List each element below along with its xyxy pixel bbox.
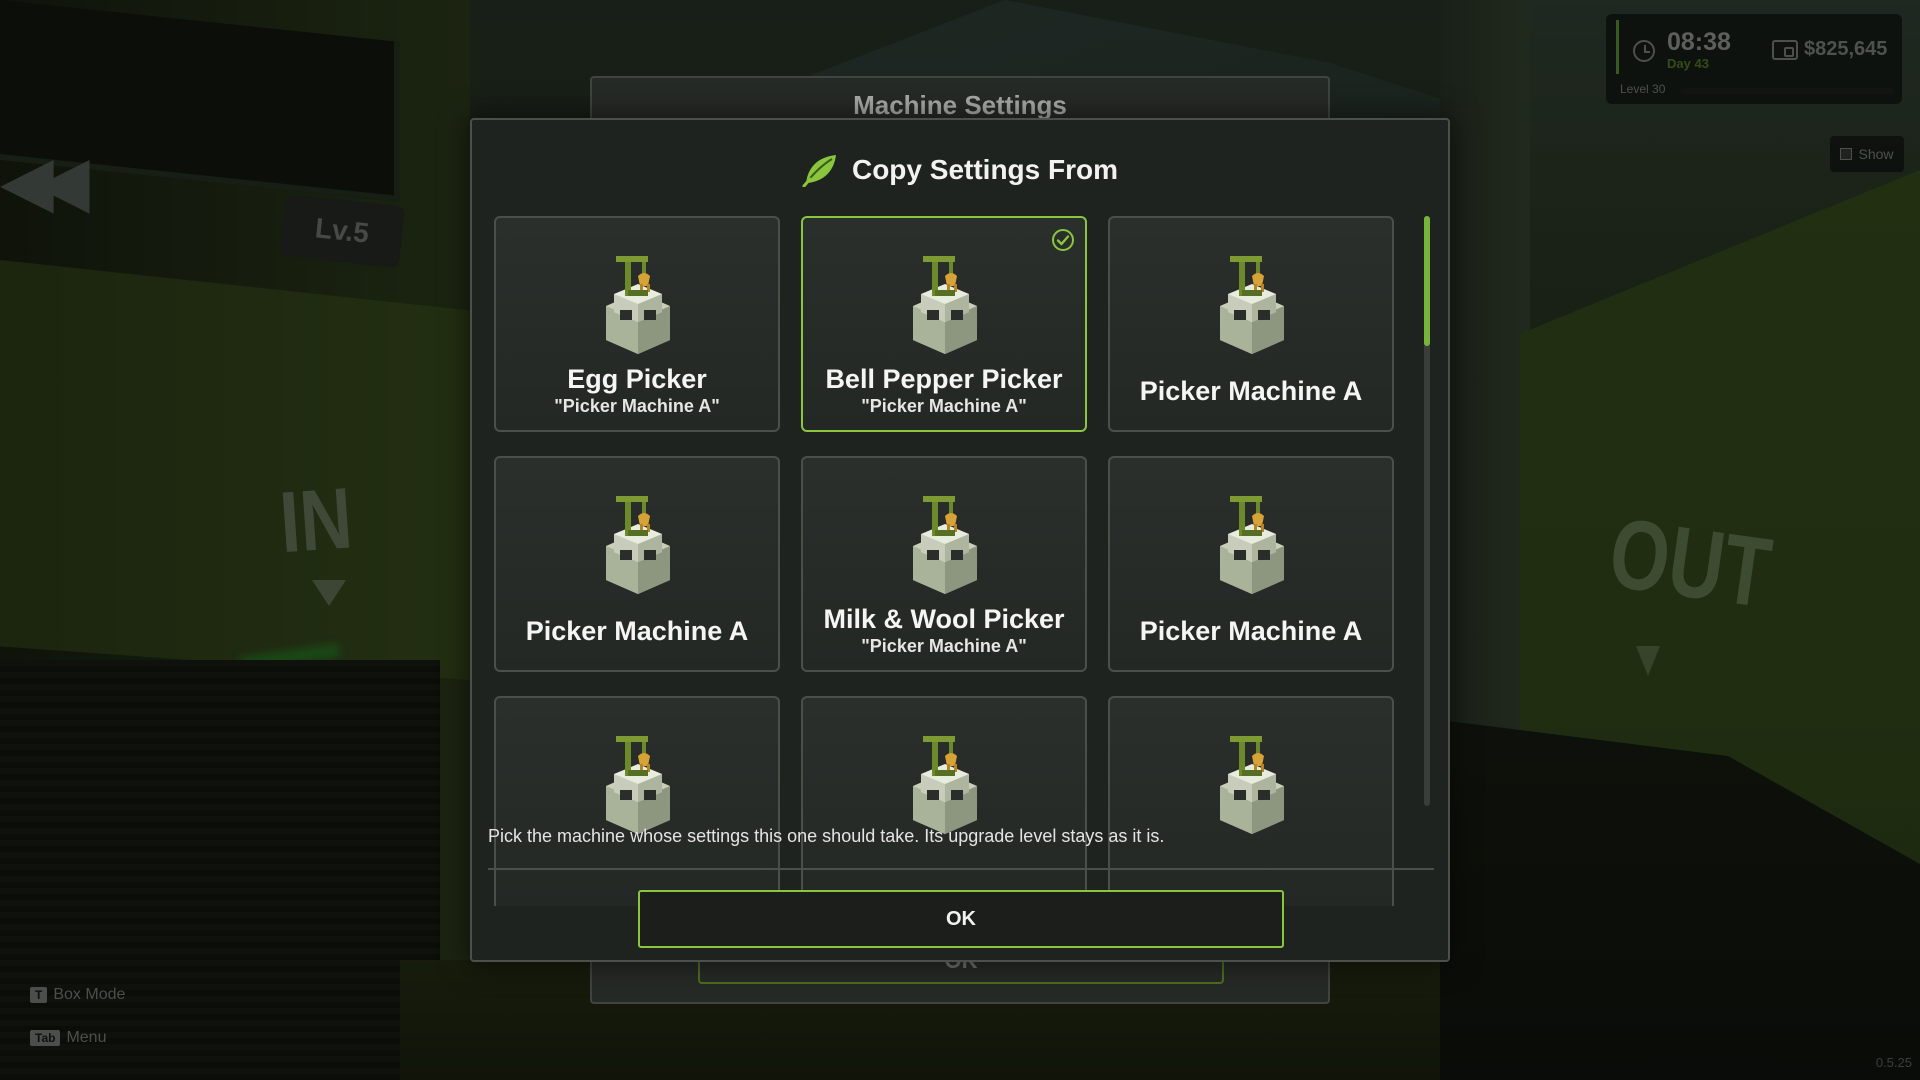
machine-card-type: "Picker Machine A" xyxy=(861,396,1027,416)
machine-card[interactable]: Picker Machine A xyxy=(494,456,780,672)
machine-card[interactable]: Picker Machine A xyxy=(1108,216,1394,432)
machine-card[interactable]: Milk & Wool Picker "Picker Machine A" xyxy=(801,456,1087,672)
machine-card[interactable] xyxy=(1108,696,1394,906)
machine-card[interactable] xyxy=(494,696,780,906)
machine-list[interactable]: Egg Picker "Picker Machine A" Bell Pepper… xyxy=(494,216,1414,926)
machine-card-type: "Picker Machine A" xyxy=(554,396,720,416)
machine-card-name: Milk & Wool Picker xyxy=(823,604,1065,634)
machine-card[interactable] xyxy=(801,696,1087,906)
picker-machine-icon xyxy=(1212,246,1292,354)
picker-machine-icon xyxy=(905,726,985,834)
modal-header: Copy Settings From xyxy=(472,150,1448,190)
modal-title: Copy Settings From xyxy=(851,154,1118,185)
machine-list-clip: Egg Picker "Picker Machine A" Bell Pepper… xyxy=(494,216,1414,906)
picker-machine-icon xyxy=(598,246,678,354)
machine-card-name: Picker Machine A xyxy=(1139,616,1363,646)
ok-button[interactable]: OK xyxy=(638,890,1284,948)
machine-card-name: Egg Picker xyxy=(567,364,707,394)
picker-machine-icon xyxy=(905,246,985,354)
machine-card[interactable]: Picker Machine A xyxy=(1108,456,1394,672)
machine-card-type: "Picker Machine A" xyxy=(861,636,1027,656)
machine-settings-title: Machine Settings xyxy=(853,90,1067,120)
machine-card-name: Picker Machine A xyxy=(525,616,749,646)
selected-check-icon xyxy=(1051,228,1075,252)
picker-machine-icon xyxy=(905,486,985,594)
machine-card-name: Bell Pepper Picker xyxy=(825,364,1063,394)
picker-machine-icon xyxy=(598,486,678,594)
machine-card-name: Picker Machine A xyxy=(1139,376,1363,406)
divider xyxy=(488,868,1434,870)
modal-description: Pick the machine whose settings this one… xyxy=(488,826,1165,846)
leaf-icon xyxy=(802,155,836,187)
machine-card[interactable]: Bell Pepper Picker "Picker Machine A" xyxy=(801,216,1087,432)
copy-settings-modal: Copy Settings From Egg Picker "Picker Mac… xyxy=(470,118,1450,962)
machine-grid: Egg Picker "Picker Machine A" Bell Pepper… xyxy=(494,216,1414,906)
scrollbar[interactable] xyxy=(1424,216,1430,806)
picker-machine-icon xyxy=(1212,486,1292,594)
picker-machine-icon xyxy=(1212,726,1292,834)
scrollbar-thumb[interactable] xyxy=(1424,216,1430,346)
machine-card[interactable]: Egg Picker "Picker Machine A" xyxy=(494,216,780,432)
picker-machine-icon xyxy=(598,726,678,834)
